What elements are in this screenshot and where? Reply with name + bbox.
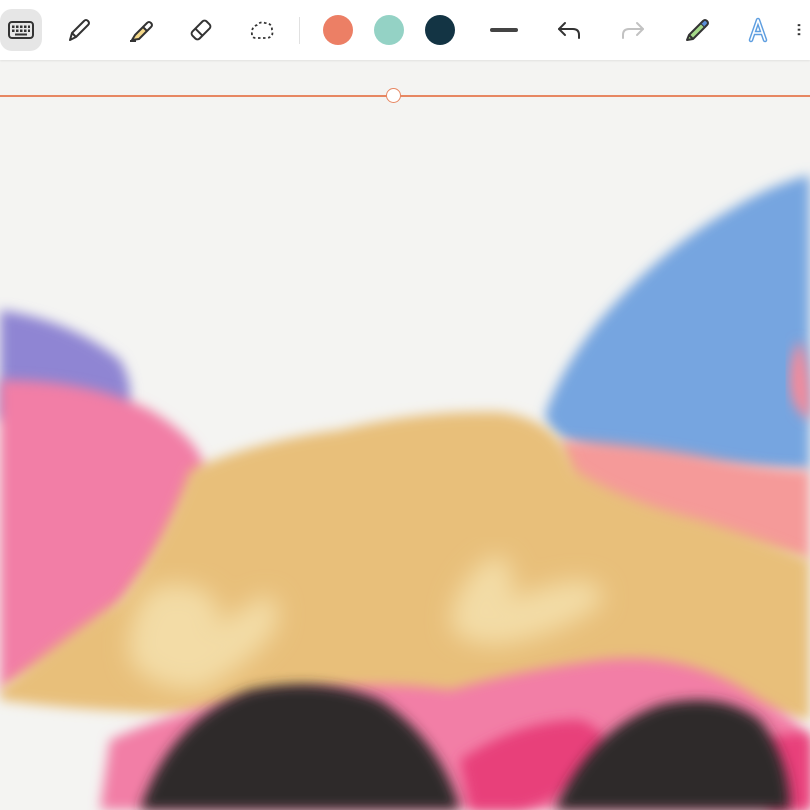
marker-tool-icon [686, 19, 709, 41]
stroke-width-icon [490, 28, 518, 32]
highlighter-tool-button[interactable] [119, 9, 161, 51]
drawing-canvas[interactable] [0, 60, 810, 810]
drawing-artwork [0, 175, 810, 810]
keyboard-icon [8, 21, 34, 39]
text-style-icon [748, 17, 768, 43]
highlighter-icon [130, 21, 153, 42]
color-swatch-mint[interactable] [374, 15, 404, 45]
more-icon [797, 24, 801, 36]
toolbar-divider [299, 17, 300, 44]
lasso-tool-button[interactable] [241, 9, 283, 51]
color-swatch-coral[interactable] [323, 15, 353, 45]
color-swatch-navy[interactable] [425, 15, 455, 45]
redo-button[interactable] [612, 9, 654, 51]
text-style-button[interactable] [737, 9, 779, 51]
stroke-width-button[interactable] [483, 9, 525, 51]
marker-tool-button[interactable] [675, 9, 717, 51]
toolbar [0, 0, 810, 60]
eraser-icon [190, 19, 212, 41]
undo-icon [558, 22, 580, 39]
pen-tool-button[interactable] [58, 9, 100, 51]
more-button[interactable] [788, 9, 810, 51]
ruler-handle[interactable] [386, 88, 401, 103]
eraser-tool-button[interactable] [180, 9, 222, 51]
lasso-icon [250, 21, 274, 39]
blue-stroke [545, 175, 810, 470]
pen-icon [69, 19, 90, 41]
redo-icon [622, 22, 644, 39]
keyboard-button[interactable] [0, 9, 42, 51]
ruler-guide-line [0, 95, 810, 97]
undo-button[interactable] [548, 9, 590, 51]
